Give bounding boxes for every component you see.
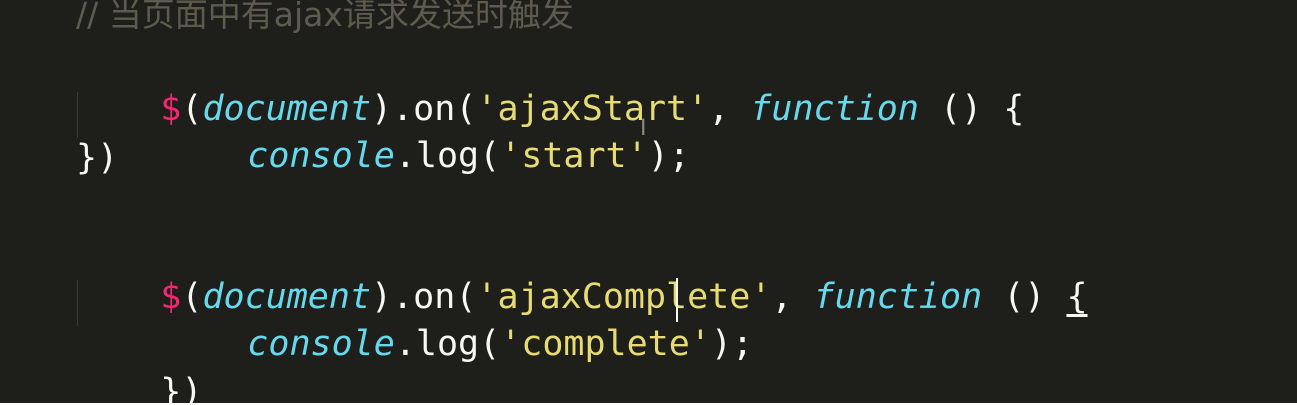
code-line-closing-1[interactable]: })	[76, 135, 118, 181]
console-identifier: console	[247, 136, 395, 176]
code-line-ajaxstart[interactable]: $(document).on('ajaxStart', function () …	[76, 40, 1024, 129]
log-message-string: 'start'	[500, 136, 648, 176]
function-keyword: function	[813, 277, 983, 317]
matched-open-brace: {	[1066, 277, 1088, 317]
params-brace: () {	[918, 89, 1025, 129]
log-message-string: 'complete'	[500, 324, 711, 364]
log-method: .log(	[394, 324, 501, 364]
text-caret	[676, 278, 678, 322]
mouse-ibeam-cursor-icon: I	[640, 116, 647, 141]
closing-paren: )	[181, 372, 203, 405]
params: ()	[982, 277, 1067, 317]
log-close: );	[647, 136, 690, 176]
code-line-console-start[interactable]: console.log('start');	[163, 87, 690, 176]
console-identifier: console	[247, 324, 395, 364]
comma: ,	[771, 277, 814, 317]
function-keyword: function	[750, 89, 919, 129]
log-close: );	[710, 324, 754, 364]
matched-close-brace: }	[160, 372, 182, 405]
log-method: .log(	[394, 136, 501, 176]
code-line-console-complete[interactable]: console.log('complete');	[163, 275, 753, 364]
code-line-closing-2[interactable]: })	[76, 323, 202, 405]
code-comment-line: // 当页面中有ajax请求发送时触发	[76, 0, 574, 34]
comma: ,	[708, 89, 751, 129]
code-line-ajaxcomplete[interactable]: $(document).on('ajaxComplete', function …	[76, 228, 1087, 317]
code-editor[interactable]: // 当页面中有ajax请求发送时触发 $(document).on('ajax…	[0, 0, 1297, 405]
